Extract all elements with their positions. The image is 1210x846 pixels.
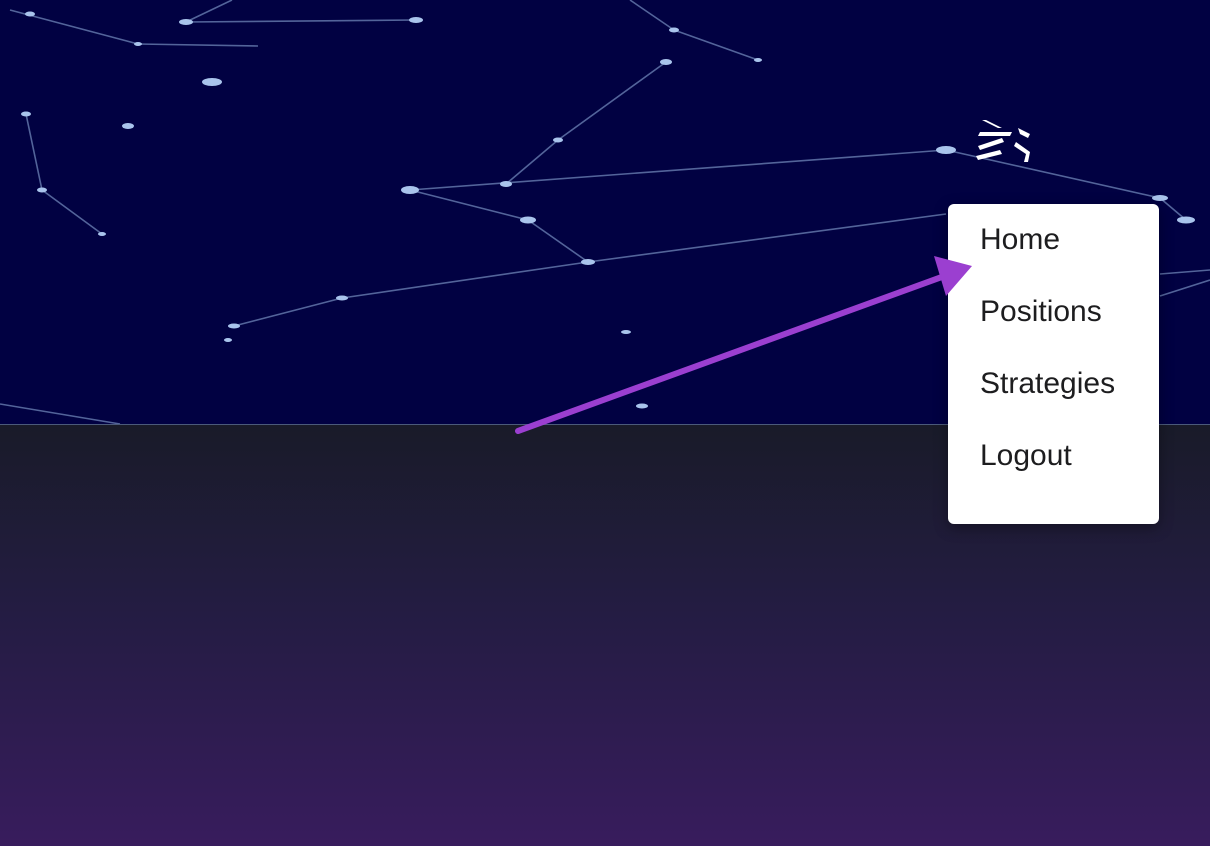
app-window: Home Positions Strategies Logout	[0, 0, 1210, 846]
menu-item-positions[interactable]: Positions	[948, 276, 1159, 348]
menu-item-home[interactable]: Home	[948, 204, 1159, 276]
menu-item-strategies[interactable]: Strategies	[948, 348, 1159, 420]
menu-collapse-icon[interactable]	[972, 116, 1038, 170]
menu-item-logout[interactable]: Logout	[948, 420, 1159, 492]
nav-dropdown-menu: Home Positions Strategies Logout	[948, 204, 1159, 524]
